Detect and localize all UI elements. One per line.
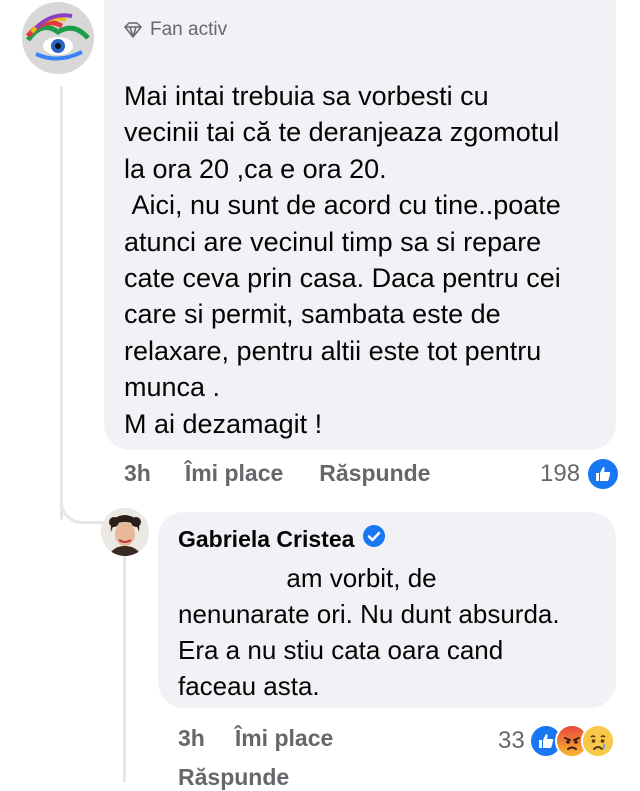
reply-reply-button[interactable]: Răspunde — [178, 764, 289, 791]
reply-timestamp[interactable]: 3h — [178, 725, 205, 752]
reply-text: am vorbit, de nenunarate ori. Nu dunt ab… — [178, 563, 560, 701]
reaction-count: 198 — [540, 460, 581, 487]
reply-thread-line — [123, 552, 126, 782]
commenter-avatar[interactable] — [22, 2, 94, 74]
reply-author-avatar[interactable] — [101, 508, 149, 556]
fan-badge-label: Fan activ — [150, 19, 228, 40]
comment-timestamp[interactable]: 3h — [124, 460, 151, 487]
diamond-icon — [124, 22, 142, 38]
comment-actions: 3h Îmi place Răspunde — [124, 460, 430, 487]
reply-button[interactable]: Răspunde — [319, 460, 430, 487]
verified-icon — [362, 524, 386, 554]
reply-reaction-count: 33 — [498, 727, 525, 754]
thread-connector — [60, 480, 104, 524]
reaction-summary[interactable]: 198 — [540, 457, 621, 491]
reply-reaction-summary[interactable]: 33 — [498, 724, 615, 758]
comment-text: Mai intai trebuia sa vorbesti cu vecinii… — [124, 81, 561, 439]
like-icon — [586, 457, 621, 491]
reply-author: Gabriela Cristea — [178, 524, 386, 554]
sad-icon — [580, 724, 615, 758]
like-button[interactable]: Îmi place — [185, 460, 283, 487]
author-name[interactable]: Gabriela Cristea — [178, 526, 354, 553]
reply-like-button[interactable]: Îmi place — [235, 725, 333, 752]
thread-line — [60, 86, 63, 520]
reply-actions: 3h Îmi place — [178, 725, 333, 752]
fan-badge: Fan activ — [124, 19, 227, 41]
